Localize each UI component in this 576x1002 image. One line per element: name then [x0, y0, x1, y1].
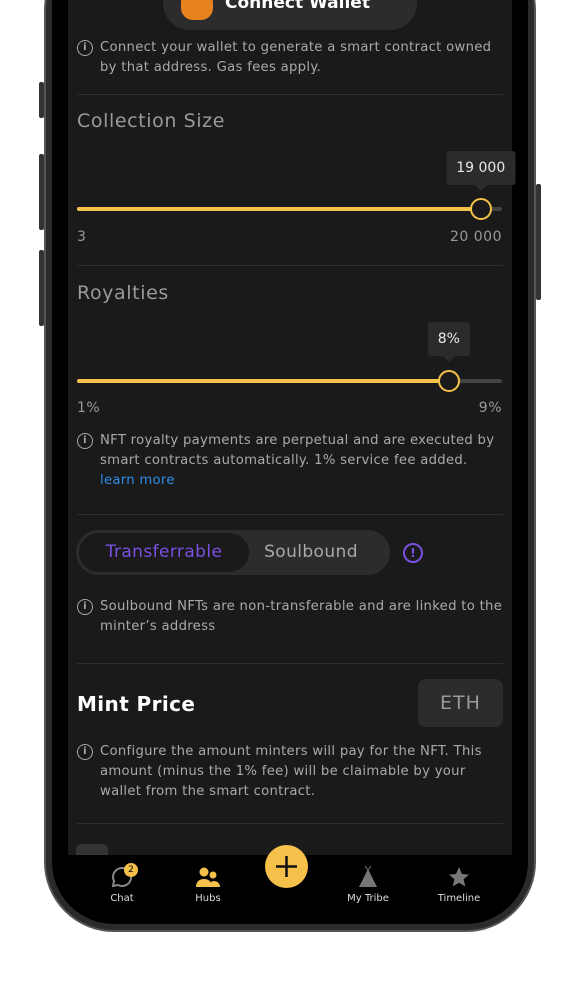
- royalties-max: 9%: [478, 400, 502, 416]
- royalties-info: i NFT royalty payments are perpetual and …: [77, 431, 507, 491]
- soulbound-info: i Soulbound NFTs are non-transferable and…: [77, 597, 507, 637]
- royalties-slider[interactable]: [77, 370, 502, 392]
- collection-size-min: 3: [77, 229, 87, 245]
- currency-field[interactable]: ETH: [418, 679, 503, 727]
- info-icon: i: [77, 599, 93, 615]
- divider: [77, 663, 503, 664]
- divider: [77, 514, 503, 515]
- chat-badge: 2: [124, 863, 138, 877]
- connect-wallet-button[interactable]: Connect Wallet: [163, 0, 417, 30]
- royalties-min: 1%: [77, 400, 101, 416]
- create-button[interactable]: [265, 845, 308, 888]
- checkbox[interactable]: [76, 844, 108, 855]
- mint-price-info-text: Configure the amount minters will pay fo…: [100, 744, 482, 799]
- toggle-transferrable[interactable]: Transferrable: [79, 533, 249, 572]
- star-icon: [449, 867, 469, 887]
- metamask-fox-icon: [181, 0, 213, 20]
- collection-size-slider[interactable]: [77, 198, 502, 220]
- nav-chat[interactable]: 2 Chat: [82, 863, 162, 904]
- collection-size-max: 20 000: [450, 229, 502, 245]
- side-button: [39, 82, 44, 118]
- soulbound-info-text: Soulbound NFTs are non-transferable and …: [100, 599, 503, 634]
- slider-fill: [77, 207, 481, 211]
- info-icon: i: [77, 40, 93, 56]
- alert-icon[interactable]: !: [403, 543, 423, 563]
- slider-thumb[interactable]: [437, 370, 460, 392]
- collection-size-title: Collection Size: [77, 110, 226, 132]
- users-icon: [196, 867, 220, 887]
- divider: [77, 823, 503, 824]
- slider-thumb[interactable]: [469, 198, 492, 220]
- learn-more-link[interactable]: learn more: [100, 473, 175, 488]
- transfer-toggle[interactable]: Transferrable Soulbound: [76, 530, 390, 575]
- mint-price-info: i Configure the amount minters will pay f…: [77, 742, 507, 802]
- nav-my-tribe[interactable]: My Tribe: [328, 865, 408, 904]
- royalties-title: Royalties: [77, 282, 169, 304]
- wallet-info-text: Connect your wallet to generate a smart …: [100, 40, 492, 75]
- nav-label: Timeline: [437, 893, 481, 904]
- power-button: [536, 184, 541, 300]
- nav-label: My Tribe: [347, 893, 389, 904]
- collection-size-tooltip: 19 000: [446, 151, 516, 191]
- nav-hubs[interactable]: Hubs: [168, 865, 248, 904]
- info-icon: i: [77, 744, 93, 760]
- nav-timeline[interactable]: Timeline: [419, 865, 499, 904]
- royalties-info-text: NFT royalty payments are perpetual and a…: [100, 433, 495, 468]
- toggle-soulbound[interactable]: Soulbound: [249, 533, 373, 572]
- royalties-tooltip: 8%: [427, 322, 470, 362]
- info-icon: i: [77, 433, 93, 449]
- nav-label: Hubs: [195, 893, 221, 904]
- bottom-nav: 2 Chat Hubs My Tribe Timeline: [52, 845, 528, 925]
- divider: [77, 94, 503, 95]
- plus-icon: [276, 856, 297, 877]
- slider-fill: [77, 379, 449, 383]
- wallet-info: i Connect your wallet to generate a smart…: [77, 38, 507, 78]
- connect-wallet-label: Connect Wallet: [225, 0, 370, 13]
- divider: [77, 265, 503, 266]
- nav-label: Chat: [110, 893, 134, 904]
- tent-icon: [359, 865, 377, 887]
- mint-price-title: Mint Price: [77, 692, 196, 716]
- volume-down-button: [39, 250, 44, 326]
- volume-up-button: [39, 154, 44, 230]
